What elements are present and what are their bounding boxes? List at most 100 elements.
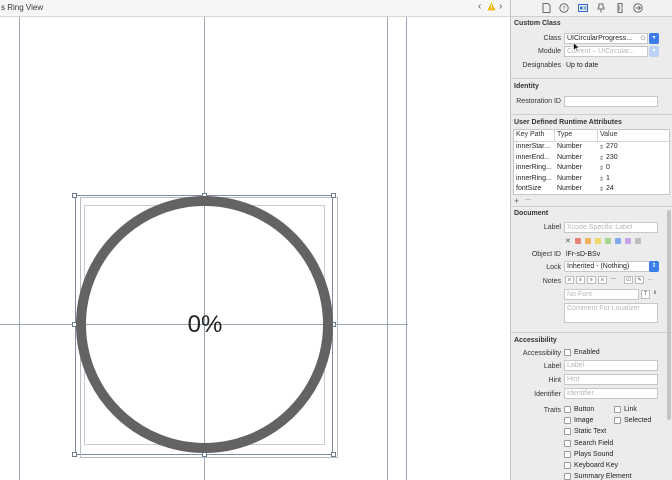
designables-label: Designables [522, 62, 561, 69]
attribute-key-path[interactable]: innerStar... [516, 143, 550, 150]
lock-popup[interactable]: Inherited - (Nothing) [564, 261, 658, 272]
lock-dropdown-button[interactable]: ⇕ [649, 261, 659, 272]
identity-inspector-tab-icon[interactable] [578, 3, 588, 13]
warning-icon[interactable] [487, 2, 496, 14]
attribute-type[interactable]: Number [557, 185, 582, 192]
accessibility-identifier-label: Identifier [534, 391, 561, 398]
align-justify-icon[interactable]: ≡ [598, 276, 607, 284]
edit-icon[interactable]: ✎ [635, 276, 644, 284]
font-picker-icon[interactable]: T [641, 290, 650, 299]
attribute-type[interactable]: Number [557, 175, 582, 182]
trait-checkbox[interactable] [564, 462, 571, 469]
attribute-key-path[interactable]: innerRing... [516, 175, 552, 182]
attribute-value[interactable]: 270 [606, 143, 618, 150]
clear-label-color-button[interactable]: ✕ [565, 237, 571, 245]
type-popup-arrows-icon[interactable]: ⇕ [599, 186, 604, 193]
trait-checkbox[interactable] [564, 450, 571, 458]
trait-checkbox[interactable] [614, 417, 621, 425]
trait-label: Button [574, 406, 595, 413]
table-row[interactable]: fontSize Number 24 ⇕ [514, 184, 669, 194]
type-popup-arrows-icon[interactable]: ⇕ [599, 176, 604, 183]
section-divider [511, 114, 672, 115]
resize-handle-top-left[interactable] [72, 193, 77, 198]
column-divider [554, 130, 555, 141]
class-dropdown-button[interactable]: ▾ [649, 33, 659, 44]
attribute-value[interactable]: 24 [606, 185, 614, 192]
attribute-key-path[interactable]: innerEnd... [516, 154, 550, 161]
accessibility-label-field[interactable]: Label [564, 360, 658, 371]
table-row[interactable]: innerRing... Number 1 ⇕ [514, 174, 669, 184]
label-color-swatch[interactable] [575, 238, 581, 244]
column-header-key-path[interactable]: Key Path [516, 131, 544, 138]
resize-handle-bottom-left[interactable] [72, 452, 77, 457]
attribute-value[interactable]: 0 [606, 164, 610, 171]
trait-checkbox[interactable] [564, 473, 571, 480]
type-popup-arrows-icon[interactable]: ⇕ [599, 144, 604, 151]
size-inspector-tab-icon[interactable] [615, 3, 625, 13]
attribute-value[interactable]: 230 [606, 154, 618, 161]
more-options-icon[interactable]: … [646, 276, 655, 284]
align-left-icon[interactable]: ≡ [565, 276, 574, 284]
type-popup-arrows-icon[interactable]: ⇕ [599, 155, 604, 162]
column-header-type[interactable]: Type [557, 131, 572, 138]
table-row[interactable]: innerStar... Number 270 ⇕ [514, 142, 669, 152]
accessibility-hint-field[interactable]: Hint [564, 374, 658, 385]
document-label-field[interactable]: Xcode Specific Label [564, 222, 658, 233]
trait-label: Selected [624, 417, 652, 425]
trait-checkbox[interactable] [614, 406, 621, 413]
attribute-type[interactable]: Number [557, 154, 582, 161]
trait-checkbox[interactable] [564, 439, 571, 447]
nav-back-button[interactable]: ‹ [478, 1, 481, 12]
accessibility-hint-label: Hint [548, 377, 561, 384]
inspector-scrollbar[interactable] [667, 210, 671, 420]
notes-font-field[interactable]: No Font [564, 289, 639, 300]
table-row[interactable]: innerEnd... Number 230 ⇕ [514, 153, 669, 163]
accessibility-label: Accessibility [522, 350, 561, 357]
module-label: Module [538, 48, 561, 55]
class-goto-arrow-icon[interactable]: ⊙ [640, 34, 646, 42]
type-popup-arrows-icon[interactable]: ⇕ [599, 165, 604, 172]
attribute-type[interactable]: Number [557, 164, 582, 171]
module-dropdown-button[interactable]: ▾ [649, 46, 659, 57]
label-color-swatch[interactable] [625, 238, 631, 244]
label-color-swatch[interactable] [605, 238, 611, 244]
resize-handle-bottom-right[interactable] [331, 452, 336, 457]
comment-for-localizer-field[interactable]: Comment For Localizer [564, 303, 658, 323]
runtime-attributes-table: Key Path Type Value innerStar... Number 27… [513, 129, 670, 195]
trait-checkbox[interactable] [564, 428, 571, 436]
attribute-key-path[interactable]: innerRing... [516, 164, 552, 171]
table-row[interactable]: innerRing... Number 0 ⇕ [514, 163, 669, 173]
connections-inspector-tab-icon[interactable] [633, 3, 643, 13]
checkbox-icon[interactable]: ☑ [624, 276, 633, 284]
align-center-icon[interactable]: ≡ [576, 276, 585, 284]
attribute-type[interactable]: Number [557, 143, 582, 150]
accessibility-identifier-field[interactable]: Identifier [564, 388, 658, 399]
label-color-swatch[interactable] [585, 238, 591, 244]
lock-label: Lock [546, 264, 561, 271]
interface-builder-canvas[interactable]: s Ring View ‹ › 0% [0, 0, 510, 480]
add-attribute-button[interactable]: + [514, 196, 519, 206]
label-color-swatch[interactable] [595, 238, 601, 244]
progress-percent-label: 0% [187, 311, 223, 338]
resize-handle-top-right[interactable] [331, 193, 336, 198]
file-inspector-tab-icon[interactable] [541, 3, 551, 13]
remove-attribute-button[interactable]: — [525, 197, 531, 203]
nav-forward-button[interactable]: › [499, 1, 502, 12]
attribute-key-path[interactable]: fontSize [516, 185, 541, 192]
align-right-icon[interactable]: ≡ [587, 276, 596, 284]
accessibility-enabled-checkbox[interactable] [564, 349, 571, 356]
column-header-value[interactable]: Value [600, 131, 617, 138]
help-inspector-tab-icon[interactable]: ? [559, 3, 569, 13]
label-color-swatch[interactable] [615, 238, 621, 244]
attribute-value[interactable]: 1 [606, 175, 610, 182]
svg-text:?: ? [562, 6, 565, 13]
restoration-id-field[interactable] [564, 96, 658, 107]
identity-section-title: Identity [514, 83, 539, 90]
align-natural-icon[interactable]: --- [609, 276, 618, 284]
font-size-stepper[interactable]: ⇕ [652, 290, 658, 299]
attributes-inspector-tab-icon[interactable] [596, 3, 606, 13]
trait-checkbox[interactable] [564, 406, 571, 413]
trait-checkbox[interactable] [564, 417, 571, 425]
label-color-swatch[interactable] [635, 238, 641, 244]
accessibility-enabled-label: Enabled [574, 349, 600, 356]
